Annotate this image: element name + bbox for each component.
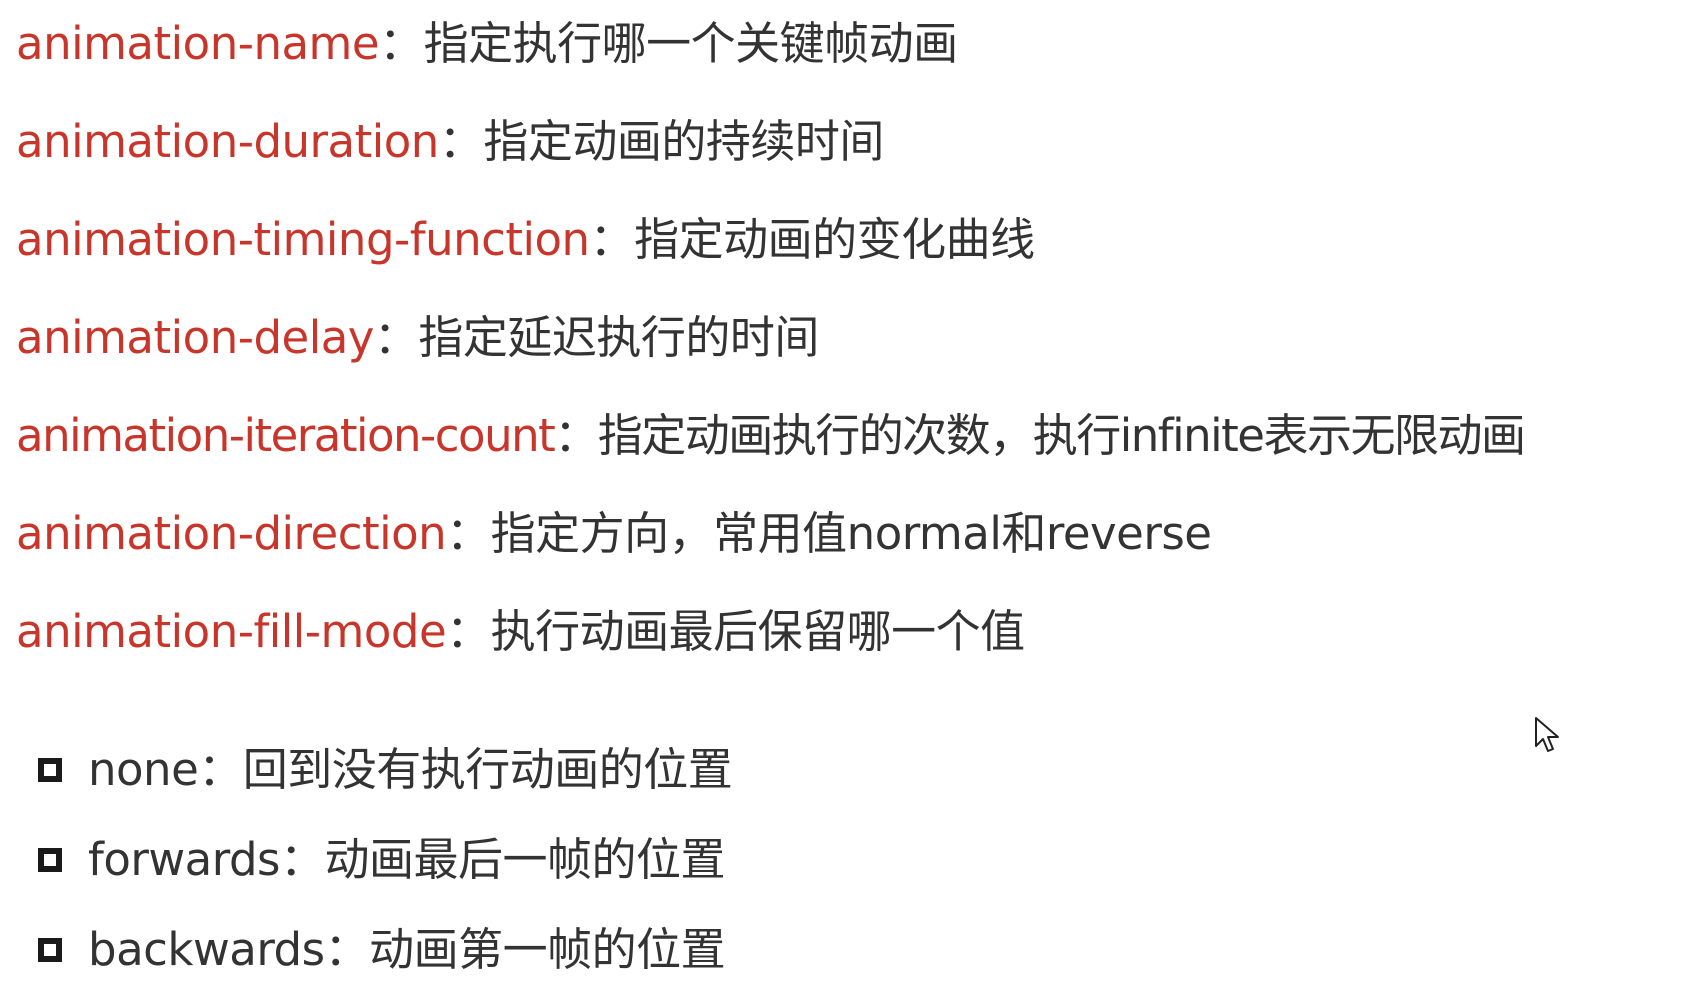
separator: ：: [279, 833, 325, 886]
hollow-square-bullet-icon: [38, 848, 62, 872]
property-row-animation-direction: animation-direction：指定方向，常用值normal和rever…: [16, 506, 1212, 562]
separator: ：: [379, 17, 424, 70]
property-name: animation-fill-mode: [16, 605, 447, 658]
property-name: animation-delay: [16, 311, 374, 364]
property-name: animation-duration: [16, 115, 439, 168]
slide: animation-name：指定执行哪一个关键帧动画 animation-du…: [0, 0, 1684, 994]
fill-mode-description: 动画最后一帧的位置: [324, 833, 726, 886]
separator: ：: [373, 311, 419, 364]
property-description: 执行动画最后保留哪一个值: [490, 605, 1026, 658]
property-description: 指定动画执行的次数，执行infinite表示无限动画: [597, 409, 1526, 462]
property-name: animation-timing-function: [16, 213, 590, 266]
property-description: 指定执行哪一个关键帧动画: [423, 17, 959, 70]
property-row-animation-name: animation-name：指定执行哪一个关键帧动画: [16, 16, 958, 72]
property-row-animation-timing-function: animation-timing-function：指定动画的变化曲线: [16, 212, 1035, 268]
mouse-pointer-icon: [1535, 717, 1559, 752]
separator: ：: [324, 923, 370, 976]
fill-mode-value: forwards: [88, 833, 280, 886]
property-row-animation-fill-mode: animation-fill-mode：执行动画最后保留哪一个值: [16, 604, 1025, 660]
separator: ：: [198, 743, 243, 796]
fill-mode-value: backwards: [88, 923, 325, 976]
fill-mode-item-none: none：回到没有执行动画的位置: [38, 742, 733, 798]
property-description: 指定动画的变化曲线: [634, 213, 1035, 266]
property-description: 指定延迟执行的时间: [418, 311, 819, 364]
property-name: animation-direction: [16, 507, 447, 560]
separator: ：: [446, 605, 491, 658]
property-row-animation-delay: animation-delay：指定延迟执行的时间: [16, 310, 819, 366]
property-name: animation-name: [16, 17, 380, 70]
separator: ：: [554, 409, 599, 462]
fill-mode-description: 回到没有执行动画的位置: [242, 743, 733, 796]
property-description: 指定动画的持续时间: [483, 115, 884, 168]
fill-mode-description: 动画第一帧的位置: [369, 923, 726, 976]
hollow-square-bullet-icon: [38, 758, 62, 782]
hollow-square-bullet-icon: [38, 938, 62, 962]
property-row-animation-duration: animation-duration：指定动画的持续时间: [16, 114, 884, 170]
fill-mode-value: none: [88, 743, 199, 796]
property-name: animation-iteration-count: [16, 409, 556, 462]
property-description: 指定方向，常用值normal和reverse: [490, 507, 1212, 560]
separator: ：: [438, 115, 484, 168]
separator: ：: [589, 213, 635, 266]
separator: ：: [446, 507, 491, 560]
property-row-animation-iteration-count: animation-iteration-count：指定动画执行的次数，执行in…: [16, 408, 1526, 464]
fill-mode-item-backwards: backwards：动画第一帧的位置: [38, 922, 726, 978]
fill-mode-item-forwards: forwards：动画最后一帧的位置: [38, 832, 726, 888]
